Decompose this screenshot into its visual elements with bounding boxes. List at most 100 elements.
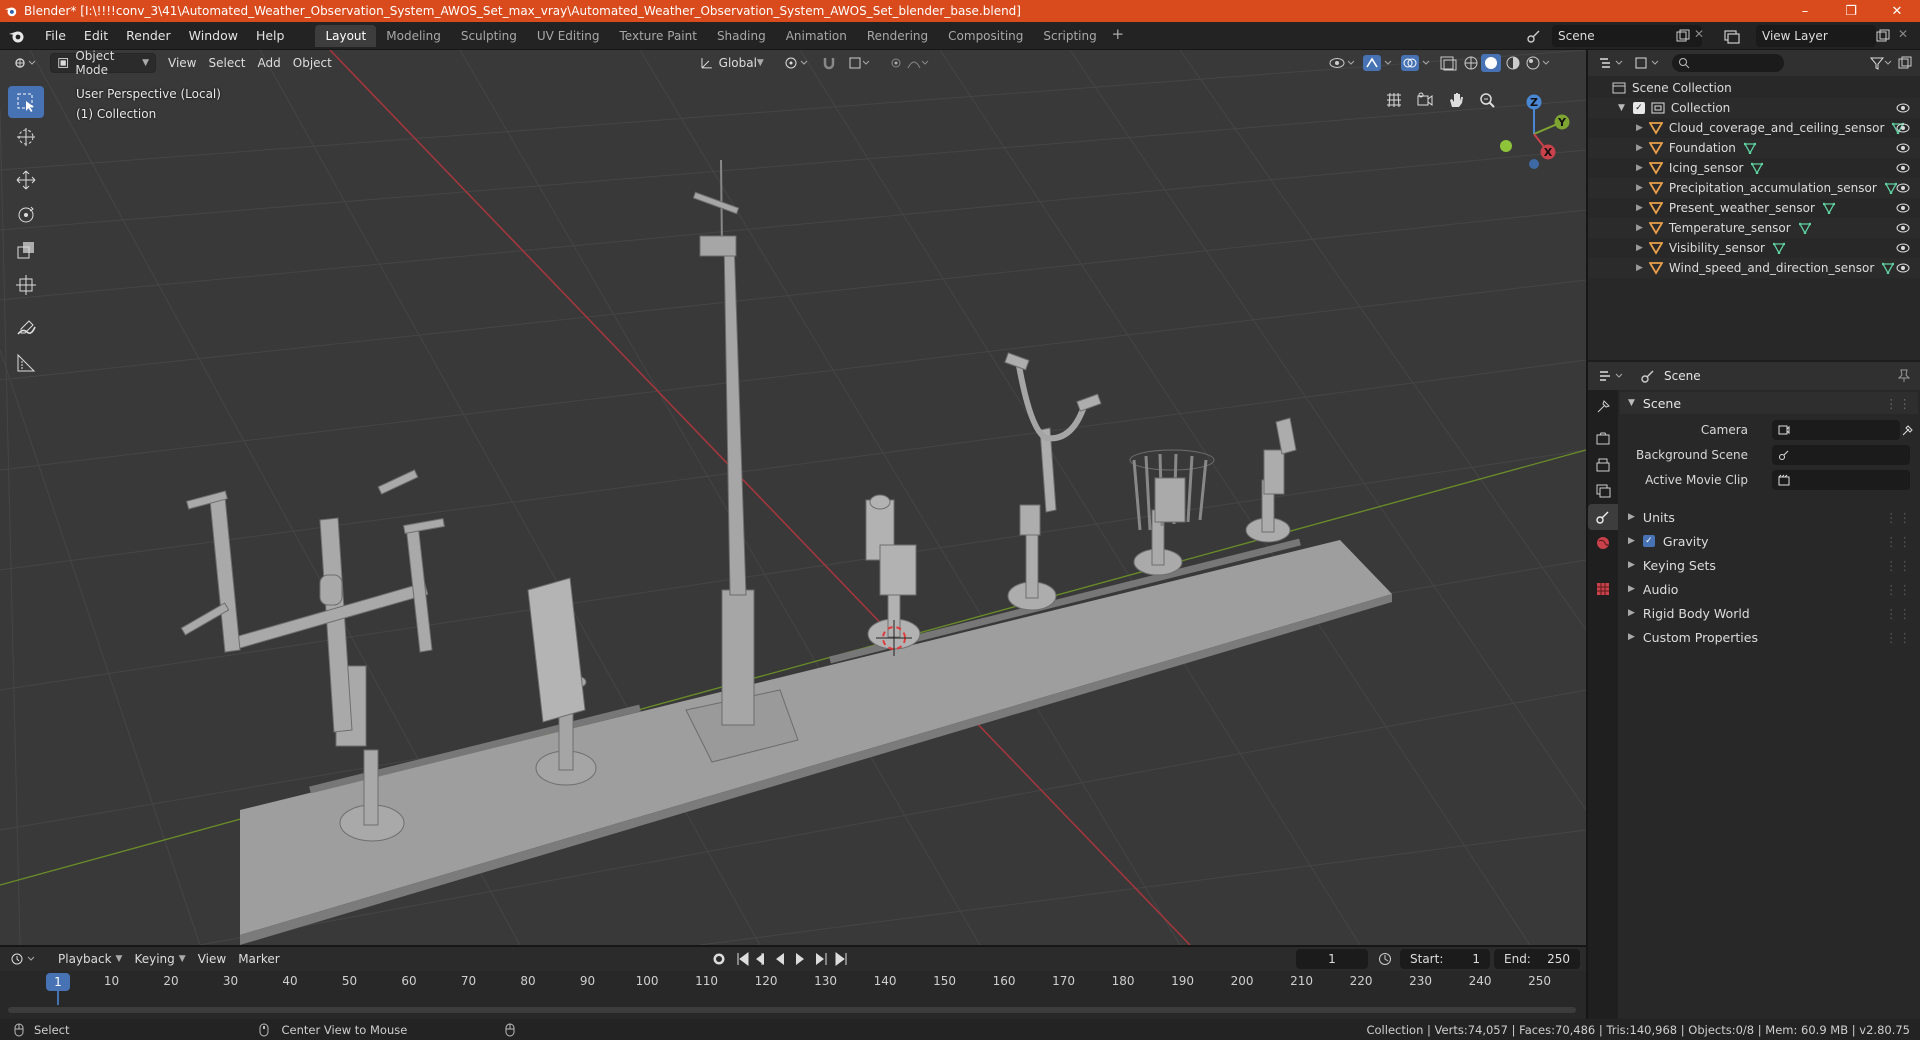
annotate-tool[interactable] [8, 312, 44, 344]
move-tool[interactable] [8, 164, 44, 196]
subpanel-header[interactable]: ▶ Keying Sets ⋮⋮ [1620, 554, 1918, 576]
drag-handle-icon[interactable]: ⋮⋮ [1885, 396, 1912, 411]
pin-icon[interactable] [1898, 369, 1910, 383]
tab-render[interactable] [1588, 426, 1618, 452]
marker-menu[interactable]: Marker [232, 949, 285, 969]
snap-toggle[interactable] [816, 53, 842, 73]
eye-icon[interactable] [1896, 243, 1910, 253]
drag-handle-icon[interactable]: ⋮⋮ [1885, 534, 1912, 549]
drag-handle-icon[interactable]: ⋮⋮ [1885, 558, 1912, 573]
start-frame-field[interactable]: Start: 1 [1400, 949, 1490, 969]
menu-view[interactable]: View [162, 53, 202, 73]
tab-rendering[interactable]: Rendering [857, 25, 938, 47]
tab-shading[interactable]: Shading [707, 25, 776, 47]
tab-texture-paint[interactable]: Texture Paint [610, 25, 707, 47]
menu-add[interactable]: Add [252, 53, 287, 73]
tab-output[interactable] [1588, 452, 1618, 478]
drag-handle-icon[interactable]: ⋮⋮ [1885, 510, 1912, 525]
eye-icon[interactable] [1896, 163, 1910, 173]
tab-scripting[interactable]: Scripting [1033, 25, 1106, 47]
delete-view-layer-icon[interactable]: ✕ [1898, 27, 1908, 41]
subpanel-header[interactable]: ▶ Units ⋮⋮ [1620, 506, 1918, 528]
new-collection-icon[interactable] [1898, 56, 1912, 70]
expand-arrow-icon[interactable]: ▶ [1636, 163, 1643, 173]
tab-scene[interactable] [1588, 504, 1618, 530]
tab-compositing[interactable]: Compositing [938, 25, 1033, 47]
eyedropper-icon[interactable] [1902, 424, 1914, 436]
tab-layout[interactable]: Layout [315, 24, 377, 47]
outliner-object-row[interactable]: ▶ Present_weather_sensor [1588, 198, 1920, 218]
eye-icon[interactable] [1896, 203, 1910, 213]
subpanel-header[interactable]: ▶ ✓ Gravity ⋮⋮ [1620, 530, 1918, 552]
mesh-data-icon[interactable] [1751, 162, 1764, 174]
menu-help[interactable]: Help [247, 25, 294, 47]
tab-sculpting[interactable]: Sculpting [451, 25, 527, 47]
playhead-frame[interactable]: 1 [46, 973, 70, 991]
end-frame-field[interactable]: End: 250 [1494, 949, 1580, 969]
timeline-ruler[interactable]: 1 10 20 30 40 50 60 70 80 90 100 110 120 130 140 150 160… [0, 971, 1586, 1005]
menu-object[interactable]: Object [287, 53, 338, 73]
editor-type-button[interactable] [8, 53, 42, 73]
xray-toggle-icon[interactable] [1438, 54, 1458, 72]
subpanel-header[interactable]: ▶ Custom Properties ⋮⋮ [1620, 626, 1918, 648]
outliner-object-row[interactable]: ▶ Foundation [1588, 138, 1920, 158]
rotate-tool[interactable] [8, 199, 44, 231]
new-scene-icon[interactable] [1676, 29, 1690, 43]
background-scene-field[interactable] [1772, 445, 1910, 465]
close-button[interactable]: ✕ [1874, 0, 1920, 22]
measure-tool[interactable] [8, 347, 44, 379]
timeline-editor-icon[interactable] [10, 952, 38, 966]
cursor-tool[interactable] [8, 121, 44, 153]
shading-modes-icon[interactable] [1462, 54, 1552, 72]
menu-select[interactable]: Select [202, 53, 251, 73]
tab-modeling[interactable]: Modeling [376, 25, 451, 47]
filter-icon[interactable] [1870, 56, 1892, 70]
outliner-object-row[interactable]: ▶ Cloud_coverage_and_ceiling_sensor [1588, 118, 1920, 138]
new-view-layer-icon[interactable] [1876, 29, 1890, 43]
transform-orientation-dropdown[interactable]: Global ▼ [694, 53, 770, 73]
display-mode-icon[interactable] [1634, 56, 1662, 70]
current-frame-field[interactable]: 1 [1296, 949, 1368, 969]
add-workspace-button[interactable]: + [1107, 25, 1129, 47]
expand-arrow-icon[interactable]: ▶ [1636, 223, 1643, 233]
delete-scene-icon[interactable]: ✕ [1694, 27, 1704, 41]
scene-collection-row[interactable]: Scene Collection [1588, 78, 1920, 98]
menu-render[interactable]: Render [117, 25, 180, 47]
snap-target-button[interactable] [842, 53, 878, 73]
menu-window[interactable]: Window [180, 25, 247, 47]
expand-arrow-icon[interactable]: ▶ [1636, 263, 1643, 273]
tab-tool[interactable] [1588, 394, 1618, 420]
menu-file[interactable]: File [36, 25, 75, 47]
outliner-object-row[interactable]: ▶ Precipitation_accumulation_sensor [1588, 178, 1920, 198]
eye-icon[interactable] [1896, 263, 1910, 273]
select-box-tool[interactable] [8, 86, 44, 118]
timeline-view-menu[interactable]: View [192, 949, 232, 969]
gravity-checkbox[interactable]: ✓ [1642, 535, 1655, 547]
mesh-data-icon[interactable] [1882, 262, 1895, 274]
eye-icon[interactable] [1896, 223, 1910, 233]
active-movie-clip-field[interactable] [1772, 470, 1910, 490]
mesh-data-icon[interactable] [1772, 242, 1785, 254]
view-layer-selector[interactable]: View Layer [1756, 25, 1876, 47]
gizmo-toggle-icon[interactable] [1362, 54, 1396, 72]
outliner-editor-icon[interactable] [1598, 56, 1626, 70]
collection-row[interactable]: ▼ ✓ Collection [1588, 98, 1920, 118]
pivot-point-button[interactable] [778, 53, 816, 73]
tab-animation[interactable]: Animation [776, 25, 857, 47]
menu-edit[interactable]: Edit [75, 25, 117, 47]
subpanel-header[interactable]: ▶ Audio ⋮⋮ [1620, 578, 1918, 600]
camera-field[interactable] [1772, 420, 1900, 440]
tab-uv-editing[interactable]: UV Editing [527, 25, 610, 47]
outliner-search-input[interactable] [1672, 54, 1784, 72]
outliner-object-row[interactable]: ▶ Visibility_sensor [1588, 238, 1920, 258]
timeline-scrollbar[interactable] [8, 1007, 1576, 1013]
drag-handle-icon[interactable]: ⋮⋮ [1885, 582, 1912, 597]
playback-controls[interactable] [736, 952, 856, 966]
expand-arrow-icon[interactable]: ▶ [1636, 243, 1643, 253]
proportional-edit-toggle[interactable] [884, 53, 936, 73]
camera-view-button[interactable] [1411, 86, 1439, 114]
blender-menu-icon[interactable] [8, 27, 26, 45]
eye-icon[interactable] [1896, 123, 1910, 133]
record-button[interactable] [712, 952, 726, 966]
maximize-button[interactable]: ❐ [1828, 0, 1874, 22]
